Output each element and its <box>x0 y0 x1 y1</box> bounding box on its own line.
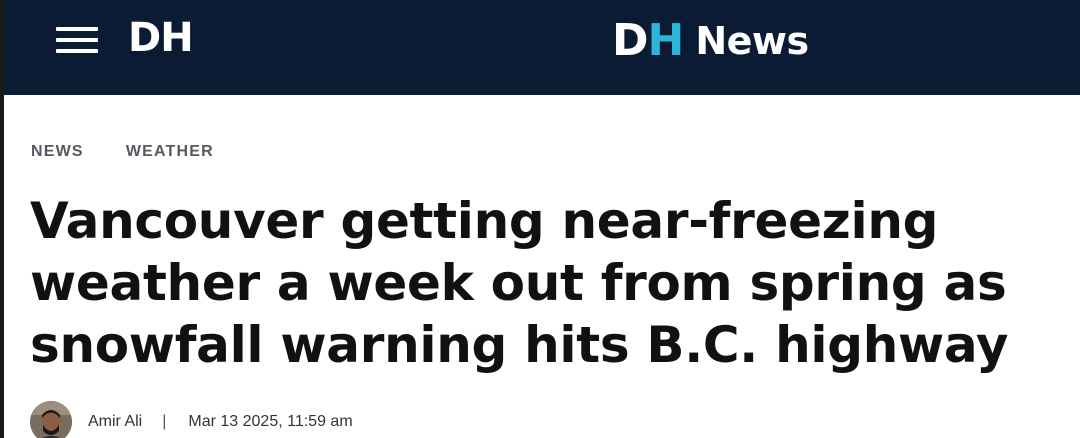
logo-small[interactable]: DH <box>128 16 194 60</box>
publish-date: Mar 13 2025, 11:59 am <box>188 413 353 430</box>
breadcrumb-weather[interactable]: WEATHER <box>126 143 214 161</box>
site-header: DH DH News <box>0 0 1080 95</box>
byline-separator: | <box>162 413 167 430</box>
byline: Amir Ali | Mar 13 2025, 11:59 am <box>30 400 353 438</box>
dh-news-logo[interactable]: DH News <box>612 16 809 66</box>
window-edge <box>0 0 4 438</box>
author-name[interactable]: Amir Ali <box>88 413 142 431</box>
logo-dh: DH <box>612 15 684 66</box>
logo-news-word: News <box>695 19 809 63</box>
breadcrumb: NEWS WEATHER <box>31 143 214 161</box>
article-headline: Vancouver getting near-freezing weather … <box>30 192 1009 374</box>
author-avatar[interactable] <box>30 401 72 438</box>
hamburger-menu-icon[interactable] <box>56 24 100 54</box>
page: DH DH News NEWS WEATHER Vancouver gettin… <box>0 0 1080 438</box>
breadcrumb-news[interactable]: NEWS <box>31 143 84 161</box>
